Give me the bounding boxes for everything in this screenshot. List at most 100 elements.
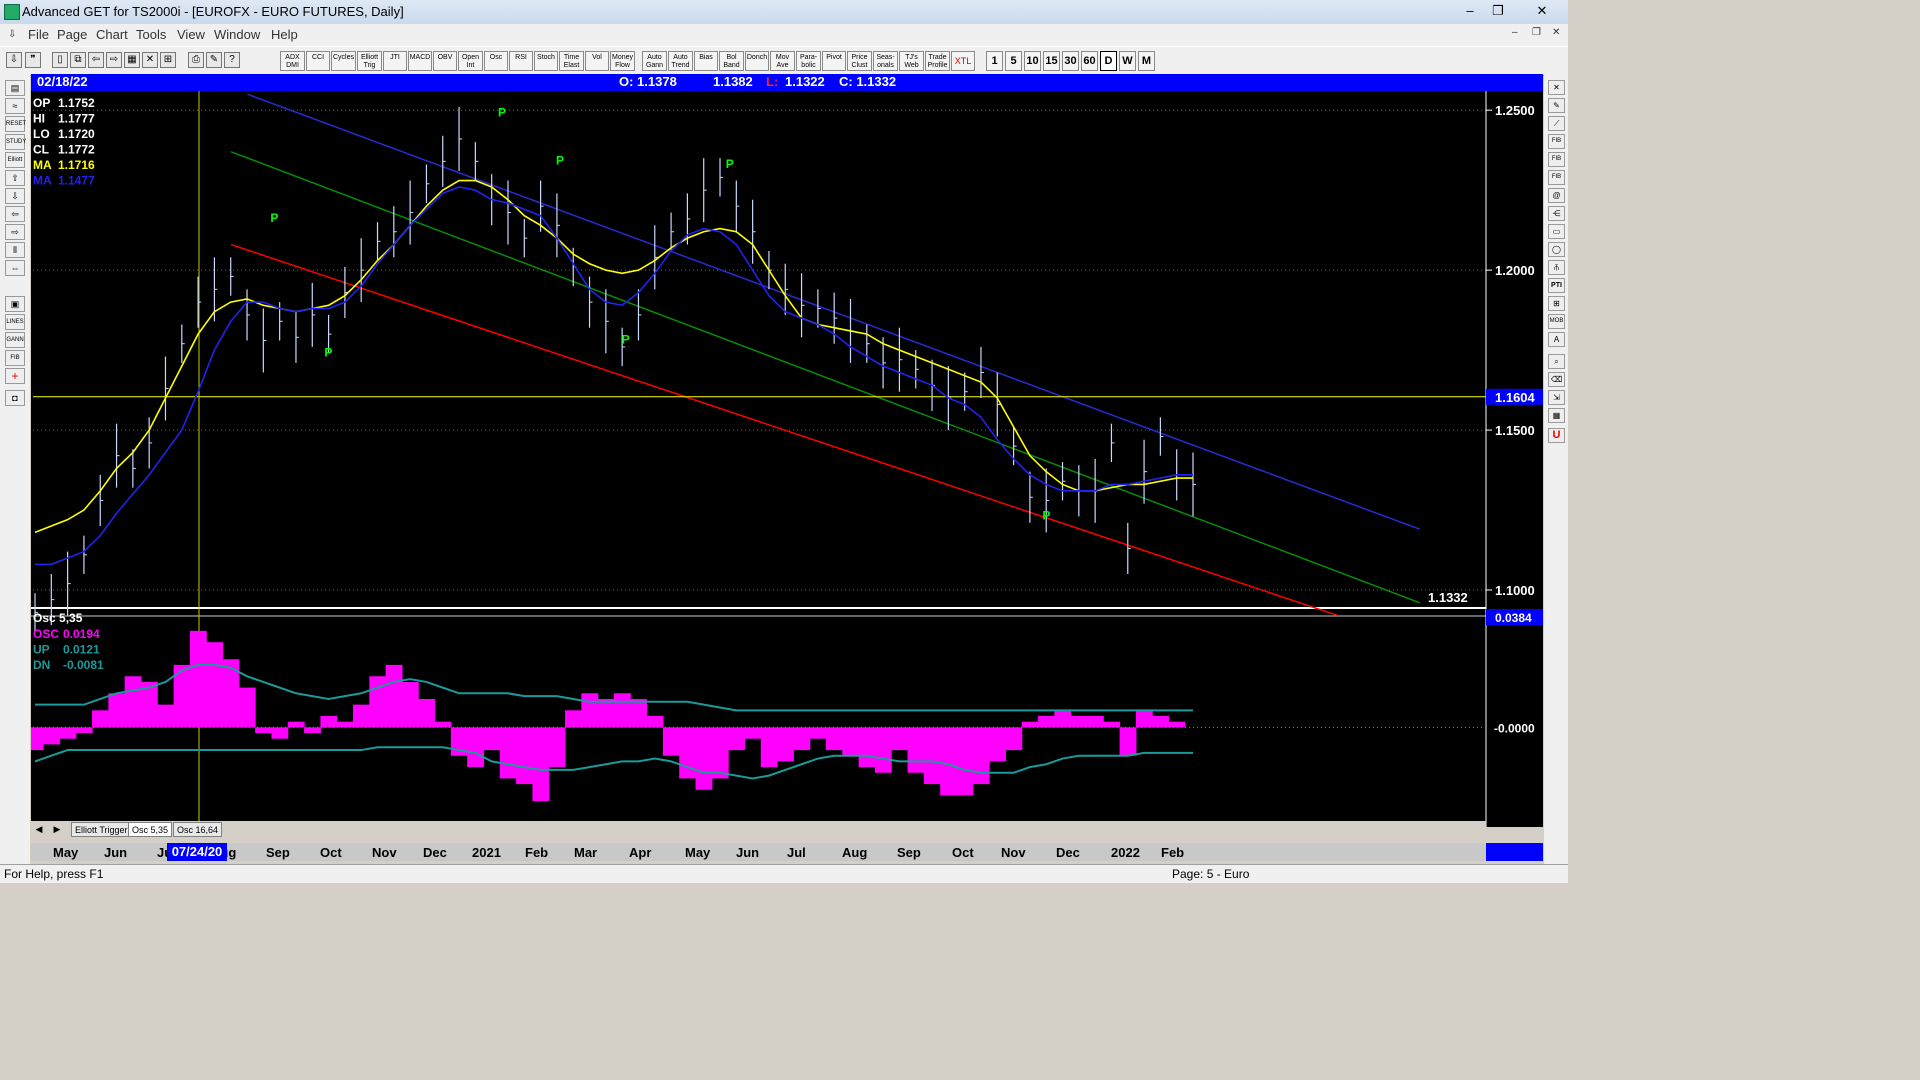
timeframe-button[interactable]: D (1100, 51, 1117, 71)
pitchfork-icon[interactable]: ⫚ (1548, 260, 1565, 275)
fan-icon[interactable]: ⋲ (1548, 206, 1565, 221)
tab-next-icon[interactable]: ▶ (51, 823, 63, 835)
grid-icon[interactable]: ⊞ (160, 52, 176, 68)
restore-button[interactable]: ❐ (1484, 2, 1512, 20)
indicator-button[interactable]: RSI (509, 51, 533, 71)
timeframe-button[interactable]: 60 (1081, 51, 1098, 71)
indicator-button[interactable]: Seas- onals (873, 51, 898, 71)
indicator-button[interactable]: TJ's Web (899, 51, 924, 71)
timeframe-button[interactable]: 5 (1005, 51, 1022, 71)
timeframe-button[interactable]: 15 (1043, 51, 1060, 71)
menu-tools[interactable]: Tools (136, 27, 166, 42)
timeframe-button[interactable]: 30 (1062, 51, 1079, 71)
camera-icon[interactable]: ◘ (5, 390, 25, 406)
fib-tool[interactable]: FIB (5, 350, 25, 366)
pti-tool[interactable]: PTI (1548, 278, 1565, 293)
indicator-button[interactable]: XTL (951, 51, 975, 71)
child-restore-button[interactable]: ❐ (1532, 27, 1541, 38)
forward-icon[interactable]: ⇨ (106, 52, 122, 68)
indicator-button[interactable]: Trade Profile (925, 51, 950, 71)
child-minimize-button[interactable]: – (1512, 27, 1518, 38)
menu-chart[interactable]: Chart (96, 27, 128, 42)
doc-icon[interactable]: ⇩ (8, 29, 16, 40)
elliott-tool[interactable]: Elliott (5, 152, 25, 168)
menu-file[interactable]: File (28, 27, 49, 42)
indicator-button[interactable]: Donch (745, 51, 769, 71)
rectangle-icon[interactable]: ▭ (1548, 224, 1565, 239)
tab-osc-5-35[interactable]: Osc 5,35 (128, 822, 173, 837)
indicator-button[interactable]: Open Int (458, 51, 483, 71)
bars-icon[interactable]: ⫴ (5, 242, 25, 258)
timeframe-button[interactable]: M (1138, 51, 1155, 71)
indicator-button[interactable]: Auto Gann (642, 51, 667, 71)
line-tool-icon[interactable]: ⟋ (1548, 116, 1565, 131)
indicator-button[interactable]: OBV (433, 51, 457, 71)
crosshair-icon[interactable]: + (5, 368, 25, 384)
indicator-button[interactable]: Price Clust (847, 51, 872, 71)
up-arrow-icon[interactable]: ⇧ (5, 170, 25, 186)
timeframe-button[interactable]: W (1119, 51, 1136, 71)
ellipse-icon[interactable]: ◯ (1548, 242, 1565, 257)
indicator-button[interactable]: Vol (585, 51, 609, 71)
zoom-icon[interactable]: ⌕ (1548, 354, 1565, 369)
back-icon[interactable]: ⇦ (88, 52, 104, 68)
indicator-button[interactable]: Money Flow (610, 51, 635, 71)
wave-icon[interactable]: ≈ (5, 98, 25, 114)
grid-tool-icon[interactable]: ⊞ (1548, 296, 1565, 311)
menu-view[interactable]: View (177, 27, 205, 42)
arrow-icon[interactable]: ⇩ (6, 52, 22, 68)
tab-prev-icon[interactable]: ◀ (33, 823, 45, 835)
new-page-icon[interactable]: ▯ (52, 52, 68, 68)
indicator-button[interactable]: Bol Band (719, 51, 744, 71)
mob-tool[interactable]: MOB (1548, 314, 1565, 329)
indicator-button[interactable]: MACD (408, 51, 432, 71)
child-close-button[interactable]: ✕ (1552, 27, 1560, 38)
fib-ext-tool[interactable]: FIB (1548, 152, 1565, 167)
indicator-button[interactable]: Elliott Trig (357, 51, 382, 71)
fib-time-tool[interactable]: FIB (1548, 170, 1565, 185)
fib-ret-tool[interactable]: FIB (1548, 134, 1565, 149)
right-arrow-icon[interactable]: ⇨ (5, 224, 25, 240)
minimize-button[interactable]: – (1456, 2, 1484, 20)
folder-icon[interactable]: ▤ (5, 80, 25, 96)
tab-osc-16-64[interactable]: Osc 16,64 (173, 822, 223, 837)
box-icon[interactable]: ▣ (5, 296, 25, 312)
indicator-button[interactable]: Auto Trend (668, 51, 693, 71)
expand-icon[interactable]: ⇔ (5, 260, 25, 276)
timeframe-button[interactable]: 10 (1024, 51, 1041, 71)
down-arrow-icon[interactable]: ⇩ (5, 188, 25, 204)
calc-icon[interactable]: ▦ (1548, 408, 1565, 423)
quote-icon[interactable]: ❞ (25, 52, 41, 68)
indicator-button[interactable]: JTI (383, 51, 407, 71)
menu-help[interactable]: Help (271, 27, 298, 42)
study-tool[interactable]: STUDY (5, 134, 26, 150)
tab-elliott-trigger[interactable]: Elliott Trigger (71, 822, 132, 837)
timeframe-button[interactable]: 1 (986, 51, 1003, 71)
palette-icon[interactable]: ✎ (206, 52, 222, 68)
close-button[interactable]: ✕ (1528, 2, 1556, 20)
indicator-button[interactable]: ADX DMI (280, 51, 305, 71)
indicator-button[interactable]: CCI (306, 51, 330, 71)
indicator-button[interactable]: Bias (694, 51, 718, 71)
eraser-icon[interactable]: ⌫ (1548, 372, 1565, 387)
left-arrow-icon[interactable]: ⇦ (5, 206, 25, 222)
reset-tool[interactable]: RESET (5, 116, 26, 132)
chart-area[interactable]: 1.2500 1.2000 1.1500 1.1000 1.1604 1.1332 P P P P… (31, 91, 1543, 827)
indicator-button[interactable]: Para- bolic (796, 51, 821, 71)
indicator-button[interactable]: Stoch (534, 51, 558, 71)
delete-icon[interactable]: ✕ (142, 52, 158, 68)
pencil-icon[interactable]: ✎ (1548, 98, 1565, 113)
lines-tool[interactable]: LINES (5, 314, 25, 330)
text-tool-icon[interactable]: A (1548, 332, 1565, 347)
undo-icon[interactable]: U (1548, 428, 1565, 443)
indicator-button[interactable]: Time Elast (559, 51, 584, 71)
copy-icon[interactable]: ⧉ (70, 52, 86, 68)
indicator-button[interactable]: Pivot (822, 51, 846, 71)
expand-tool-icon[interactable]: ⇲ (1548, 390, 1565, 405)
print-icon[interactable]: ⎙ (188, 52, 204, 68)
spiral-icon[interactable]: @ (1548, 188, 1565, 203)
help-icon[interactable]: ? (224, 52, 240, 68)
chart-canvas[interactable]: 1.2500 1.2000 1.1500 1.1000 1.1604 1.1332 P P P P… (31, 91, 1543, 827)
indicator-button[interactable]: Mov Ave (770, 51, 795, 71)
layout-icon[interactable]: ▦ (124, 52, 140, 68)
